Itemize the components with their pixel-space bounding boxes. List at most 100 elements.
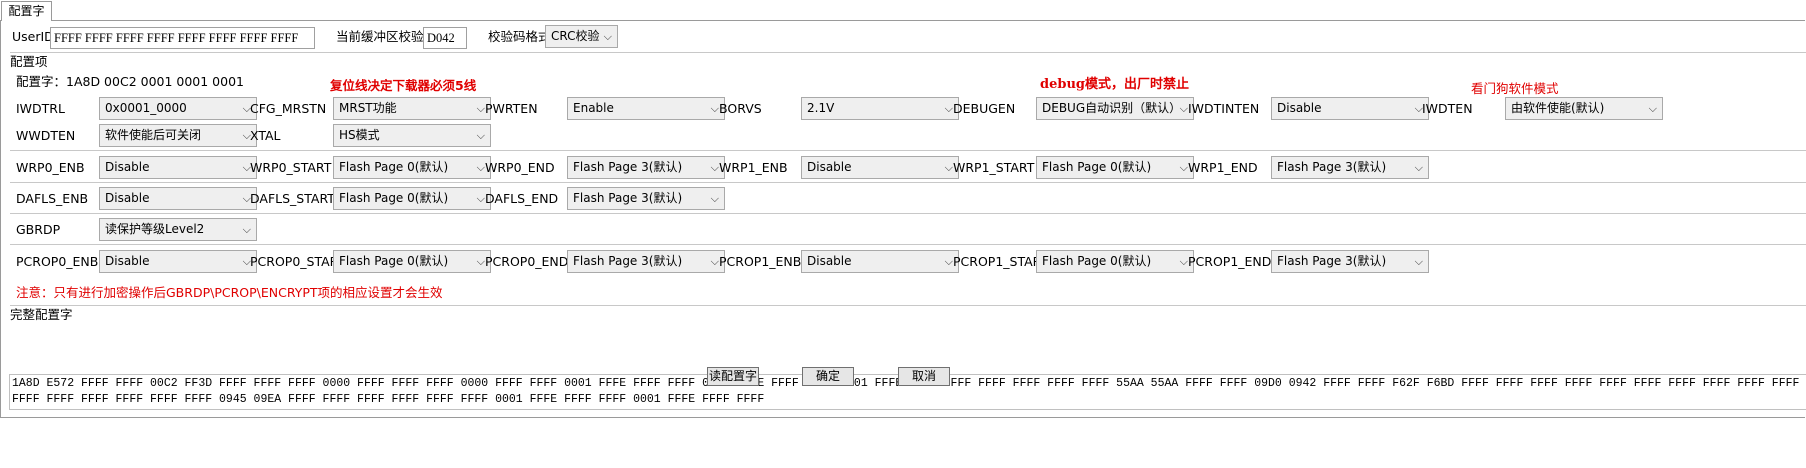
iwdtinten-label: IWDTINTEN [1188,101,1260,116]
wrp1-enb-label: WRP1_ENB [719,160,788,175]
pcrop0-end-select-value: Flash Page 3(默认) [573,254,683,268]
group-divider [10,182,1806,183]
iwdtrl-select[interactable]: 0x0001_0000 ⌵ [99,97,257,120]
chevron-down-icon: ⌵ [1179,102,1188,115]
checksum-input[interactable]: D042 [423,27,467,49]
gbrdp-select[interactable]: 读保护等级Level2 ⌵ [99,218,257,241]
ok-button[interactable]: 确定 [802,367,854,386]
xtal-select[interactable]: HS模式 ⌵ [333,124,491,147]
pcrop1-enb-select[interactable]: Disable ⌵ [801,250,959,273]
wrp0-start-select-value: Flash Page 0(默认) [339,160,449,174]
chevron-down-icon: ⌵ [1648,102,1657,115]
xtal-label: XTAL [250,128,281,143]
debugen-label: DEBUGEN [953,101,1016,116]
dafls-end-label: DAFLS_END [485,191,559,206]
wrp1-enb-select[interactable]: Disable ⌵ [801,156,959,179]
tab-config-word[interactable]: 配置字 [1,1,52,21]
wrp1-enb-select-value: Disable [807,160,852,174]
userid-label: UserID [12,29,54,44]
wwdten-select-value: 软件使能后可关闭 [105,128,202,142]
gbrdp-select-value: 读保护等级Level2 [105,222,205,236]
pwrten-select[interactable]: Enable ⌵ [567,97,725,120]
pwrten-label: PWRTEN [485,101,538,116]
chevron-down-icon: ⌵ [242,223,251,236]
debug-note: debug模式，出厂时禁止 [1040,77,1189,92]
iwdtinten-select-value: Disable [1277,101,1322,115]
pcrop0-enb-label: PCROP0_ENB [16,254,99,269]
header-divider [10,52,1806,53]
chevron-down-icon: ⌵ [476,161,485,174]
config-word-readout: 配置字：1A8D 00C2 0001 0001 0001 [16,74,244,89]
pcrop0-end-select[interactable]: Flash Page 3(默认) ⌵ [567,250,725,273]
pcrop0-end-label: PCROP0_END [485,254,569,269]
wrp1-end-label: WRP1_END [1188,160,1258,175]
wrp1-start-select-value: Flash Page 0(默认) [1042,160,1152,174]
group-divider [10,150,1806,151]
borvs-select[interactable]: 2.1V ⌵ [801,97,959,120]
pcrop1-start-label: PCROP1_START [953,254,1049,269]
dafls-enb-select[interactable]: Disable ⌵ [99,187,257,210]
dafls-start-select-value: Flash Page 0(默认) [339,191,449,205]
pcrop0-start-select[interactable]: Flash Page 0(默认) ⌵ [333,250,491,273]
wwdten-select[interactable]: 软件使能后可关闭 ⌵ [99,124,257,147]
format-select[interactable]: CRC校验 ⌵ [545,25,618,48]
cfg-mrstn-select-value: MRST功能 [339,101,397,115]
group-divider [10,244,1806,245]
userid-input[interactable]: FFFF FFFF FFFF FFFF FFFF FFFF FFFF FFFF [50,27,315,49]
pcrop1-enb-select-value: Disable [807,254,852,268]
chevron-down-icon: ⌵ [603,30,612,43]
pcrop1-start-select[interactable]: Flash Page 0(默认) ⌵ [1036,250,1194,273]
cfg-mrstn-label: CFG_MRSTN [250,101,327,116]
iwdten-label: IWDTEN [1422,101,1473,116]
iwdtrl-select-value: 0x0001_0000 [105,101,187,115]
iwdten-select[interactable]: 由软件使能(默认) ⌵ [1505,97,1663,120]
chevron-down-icon: ⌵ [1414,255,1423,268]
wrp0-end-select-value: Flash Page 3(默认) [573,160,683,174]
wrp1-start-select[interactable]: Flash Page 0(默认) ⌵ [1036,156,1194,179]
pcrop0-enb-select[interactable]: Disable ⌵ [99,250,257,273]
group-divider [10,305,1806,306]
chevron-down-icon: ⌵ [1179,161,1188,174]
chevron-down-icon: ⌵ [710,161,719,174]
chevron-down-icon: ⌵ [944,102,953,115]
wrp0-end-select[interactable]: Flash Page 3(默认) ⌵ [567,156,725,179]
pcrop0-start-select-value: Flash Page 0(默认) [339,254,449,268]
debugen-select[interactable]: DEBUG自动识别（默认） ⌵ [1036,97,1194,120]
wrp0-start-select[interactable]: Flash Page 0(默认) ⌵ [333,156,491,179]
reset-note: 复位线决定下载器必须5线 [330,78,477,93]
chevron-down-icon: ⌵ [710,255,719,268]
iwdten-select-value: 由软件使能(默认) [1511,101,1605,115]
dafls-end-select-value: Flash Page 3(默认) [573,191,683,205]
wrp0-start-label: WRP0_START [250,160,332,175]
chevron-down-icon: ⌵ [476,102,485,115]
wwdten-label: WWDTEN [16,128,76,143]
wrp0-end-label: WRP0_END [485,160,555,175]
cfg-mrstn-select[interactable]: MRST功能 ⌵ [333,97,491,120]
format-label: 校验码格式 [488,29,551,44]
wrp0-enb-label: WRP0_ENB [16,160,85,175]
chevron-down-icon: ⌵ [476,129,485,142]
group-divider [10,213,1806,214]
pcrop1-enb-label: PCROP1_ENB [719,254,802,269]
chevron-down-icon: ⌵ [1179,255,1188,268]
pcrop1-end-select[interactable]: Flash Page 3(默认) ⌵ [1271,250,1429,273]
iwdtinten-select[interactable]: Disable ⌵ [1271,97,1429,120]
dafls-start-select[interactable]: Flash Page 0(默认) ⌵ [333,187,491,210]
gbrdp-label: GBRDP [16,222,61,237]
pcrop0-enb-select-value: Disable [105,254,150,268]
chevron-down-icon: ⌵ [944,161,953,174]
chevron-down-icon: ⌵ [1414,161,1423,174]
read-config-button[interactable]: 读配置字 [707,367,759,386]
wrp0-enb-select[interactable]: Disable ⌵ [99,156,257,179]
dafls-end-select[interactable]: Flash Page 3(默认) ⌵ [567,187,725,210]
chevron-down-icon: ⌵ [476,255,485,268]
dafls-enb-label: DAFLS_ENB [16,191,89,206]
cancel-button[interactable]: 取消 [898,367,950,386]
encrypt-note: 注意：只有进行加密操作后GBRDP\PCROP\ENCRYPT项的相应设置才会生… [16,285,443,300]
wrp1-start-label: WRP1_START [953,160,1035,175]
dafls-start-label: DAFLS_START [250,191,335,206]
checksum-label: 当前缓冲区校验码 [336,29,437,44]
wrp1-end-select[interactable]: Flash Page 3(默认) ⌵ [1271,156,1429,179]
full-config-title: 完整配置字 [10,307,73,322]
pcrop1-start-select-value: Flash Page 0(默认) [1042,254,1152,268]
